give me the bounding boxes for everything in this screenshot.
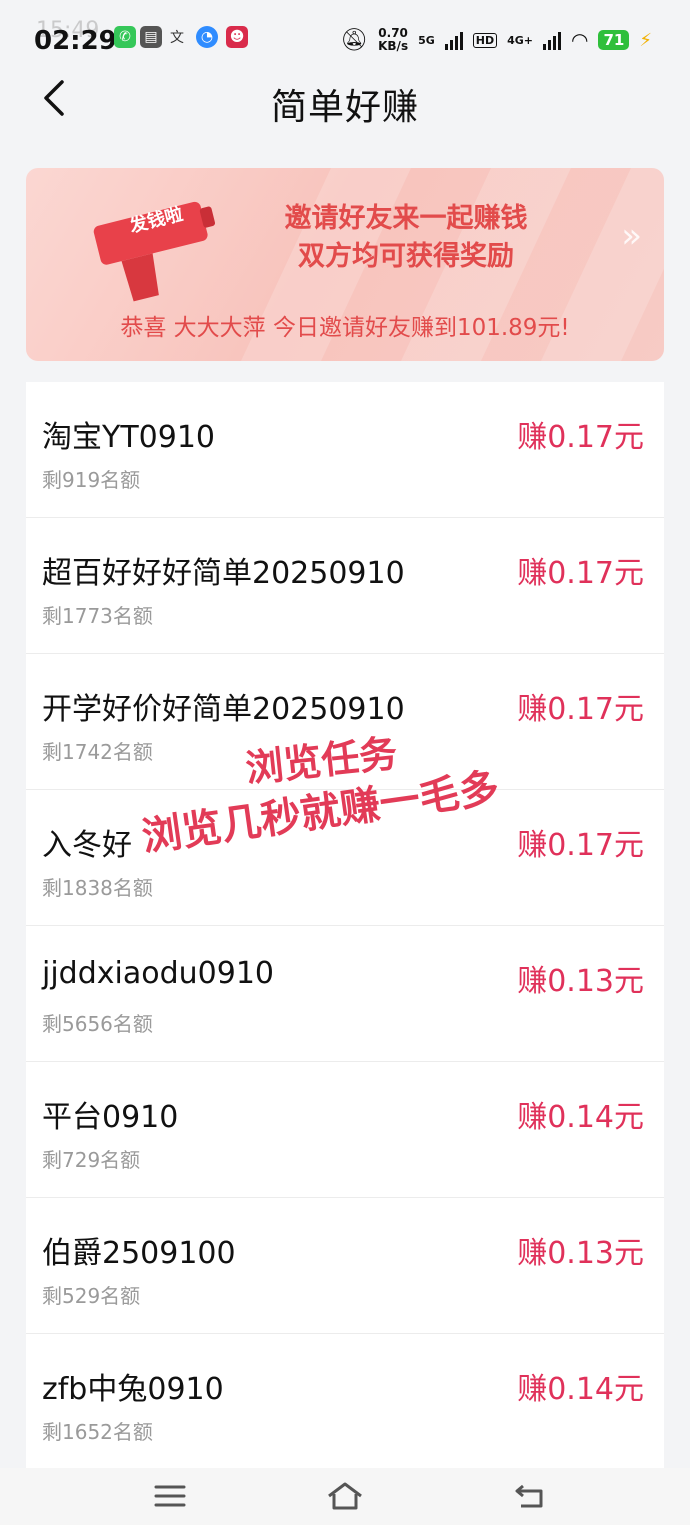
task-remaining: 剩729名额 (42, 1148, 141, 1172)
net-tag-5g: 5G (418, 33, 435, 47)
menu-svg (154, 1485, 186, 1507)
menu-icon[interactable] (145, 1476, 195, 1516)
task-remaining: 剩1742名额 (42, 740, 153, 764)
home-svg (328, 1482, 362, 1510)
signal-icon (444, 30, 463, 50)
task-remaining: 剩1773名额 (42, 604, 153, 628)
wifi-icon: ◠ (571, 28, 589, 52)
status-bar: 15:49 02:29 ✆ ▤ 文 ◔ ☻ 🔕︎ 0.70 KB/s 5G HD… (0, 0, 690, 60)
return-icon[interactable] (505, 1476, 555, 1516)
task-item[interactable]: 淘宝YT0910 剩919名额 赚0.17元 (26, 382, 664, 518)
task-remaining: 剩529名额 (42, 1284, 141, 1308)
system-nav-bar (0, 1468, 690, 1525)
task-name: 入冬好 (42, 828, 132, 863)
net-speed: 0.70 KB/s (378, 27, 408, 53)
task-reward: 赚0.14元 (517, 1372, 644, 1407)
battery-level: 71 (598, 30, 630, 50)
net-speed-unit: KB/s (378, 39, 409, 53)
task-reward: 赚0.17元 (517, 828, 644, 863)
task-item[interactable]: zfb中兔0910 剩1652名额 赚0.14元 (26, 1334, 664, 1470)
task-item[interactable]: 伯爵2509100 剩529名额 赚0.13元 (26, 1198, 664, 1334)
phone-icon: ✆ (114, 26, 136, 48)
invite-banner[interactable]: 发钱啦 邀请好友来一起赚钱 双方均可获得奖励 » 恭喜 大大大萍 今日邀请好友赚… (26, 168, 664, 361)
app-icon: ☻ (226, 26, 248, 48)
task-item[interactable]: jjddxiaodu0910 剩5656名额 赚0.13元 (26, 926, 664, 1062)
wallet-icon: ▤ (140, 26, 162, 48)
banner-ticker: 恭喜 大大大萍 今日邀请好友赚到101.89元! (120, 315, 570, 341)
task-remaining: 剩919名额 (42, 468, 141, 492)
translate-icon: 文 (170, 30, 184, 46)
task-name: 平台0910 (42, 1100, 179, 1135)
task-remaining: 剩1838名额 (42, 876, 153, 900)
task-reward: 赚0.14元 (517, 1100, 644, 1135)
double-chevron-right-icon: » (621, 216, 642, 256)
task-reward: 赚0.17元 (517, 420, 644, 455)
return-svg (515, 1484, 543, 1508)
task-name: 伯爵2509100 (42, 1236, 236, 1271)
signal-icon-2 (543, 30, 562, 50)
task-reward: 赚0.13元 (517, 1236, 644, 1271)
banner-line2: 双方均可获得奖励 (298, 241, 514, 272)
banner-line1: 邀请好友来一起赚钱 (284, 203, 528, 234)
page-title: 简单好赚 (270, 87, 419, 128)
home-icon[interactable] (320, 1476, 370, 1516)
task-name: zfb中兔0910 (42, 1372, 224, 1407)
net-tag-hd: HD (472, 32, 498, 48)
task-name: jjddxiaodu0910 (42, 956, 274, 991)
task-name: 淘宝YT0910 (42, 420, 215, 455)
task-name: 超百好好好简单20250910 (42, 556, 405, 591)
status-time: 02:29 (34, 26, 117, 56)
task-list: 淘宝YT0910 剩919名额 赚0.17元 超百好好好简单20250910 剩… (26, 382, 664, 1470)
task-remaining: 剩1652名额 (42, 1420, 153, 1444)
task-reward: 赚0.17元 (517, 556, 644, 591)
task-reward: 赚0.17元 (517, 692, 644, 727)
mute-icon: 🔕︎ (340, 27, 369, 53)
task-item[interactable]: 平台0910 剩729名额 赚0.14元 (26, 1062, 664, 1198)
task-reward: 赚0.13元 (517, 964, 644, 999)
charging-icon: ⚡ (639, 29, 652, 51)
task-item[interactable]: 超百好好好简单20250910 剩1773名额 赚0.17元 (26, 518, 664, 654)
task-remaining: 剩5656名额 (42, 1012, 153, 1036)
task-name: 开学好价好简单20250910 (42, 692, 405, 727)
net-tag-4g: 4G+ (507, 33, 534, 47)
browser-icon: ◔ (196, 26, 218, 48)
